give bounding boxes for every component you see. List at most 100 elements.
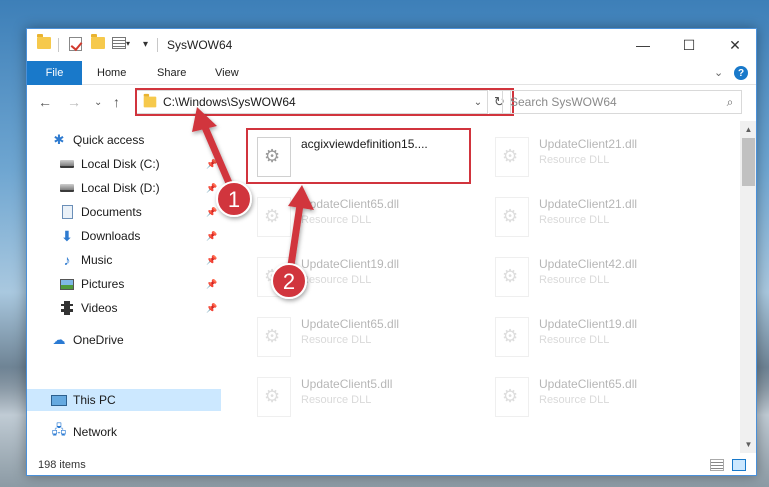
maximize-button[interactable]: ☐ — [666, 29, 712, 61]
vertical-scrollbar[interactable]: ▲ ▼ — [740, 121, 756, 453]
file-item-acgixviewdefinition[interactable]: acgixviewdefinition15.... — [251, 129, 471, 183]
status-bar: 198 items — [27, 453, 756, 475]
file-item[interactable]: UpdateClient65.dll Resource DLL — [489, 369, 709, 423]
forward-button[interactable]: → — [67, 94, 81, 110]
videos-icon — [59, 301, 75, 315]
dll-file-icon — [257, 317, 291, 357]
sidebar-item-downloads[interactable]: ⬇ Downloads 📌 — [27, 225, 221, 247]
scroll-up-icon[interactable]: ▲ — [740, 121, 756, 138]
sidebar-item-label: Music — [81, 253, 113, 267]
pin-icon: 📌 — [206, 302, 218, 313]
title-bar: ▾ ▾ SysWOW64 — ☐ ✕ — [27, 29, 756, 61]
up-button[interactable]: ↑ — [113, 94, 120, 110]
dll-file-icon — [495, 197, 529, 237]
expand-ribbon-icon[interactable]: ⌄ — [714, 66, 723, 79]
sidebar-item-music[interactable]: ♪ Music 📌 — [27, 249, 221, 271]
address-text[interactable]: C:\Windows\SysWOW64 — [163, 95, 469, 109]
dll-file-icon — [495, 377, 529, 417]
scroll-down-icon[interactable]: ▼ — [740, 436, 756, 453]
file-list: acgixviewdefinition15.... UpdateClient21… — [221, 121, 740, 453]
search-input[interactable]: Search SysWOW64 — [510, 95, 719, 109]
item-count: 198 items — [38, 459, 86, 471]
file-type: Resource DLL — [301, 274, 372, 286]
help-icon[interactable]: ? — [734, 66, 748, 80]
file-item[interactable]: UpdateClient42.dll Resource DLL — [489, 249, 709, 303]
sidebar-item-label: Local Disk (D:) — [81, 181, 160, 195]
tab-share[interactable]: Share — [157, 67, 186, 79]
tab-view[interactable]: View — [215, 67, 239, 79]
view-options-icon[interactable]: ▾ — [112, 37, 130, 49]
pin-icon: 📌 — [206, 254, 218, 265]
sidebar-item-label: Quick access — [73, 133, 145, 147]
file-name: UpdateClient21.dll — [539, 137, 638, 151]
sidebar-item-videos[interactable]: Videos 📌 — [27, 297, 221, 319]
file-item[interactable]: UpdateClient65.dll Resource DLL — [251, 309, 471, 363]
computer-icon — [51, 393, 67, 407]
sidebar-item-label: Local Disk (C:) — [81, 157, 160, 171]
file-type: Resource DLL — [301, 214, 372, 226]
file-type: Resource DLL — [539, 214, 610, 226]
new-folder-icon[interactable] — [91, 34, 105, 49]
file-item[interactable]: UpdateClient5.dll Resource DLL — [251, 369, 471, 423]
divider — [58, 38, 59, 52]
sidebar-item-quick-access[interactable]: ✱ Quick access — [27, 129, 221, 151]
address-bar[interactable]: C:\Windows\SysWOW64 ⌄ — [135, 90, 488, 114]
recent-locations-button[interactable]: ⌄ — [94, 97, 102, 108]
file-name: UpdateClient21.dll — [539, 197, 638, 211]
star-icon: ✱ — [53, 132, 65, 147]
download-icon: ⬇ — [61, 227, 73, 244]
minimize-button[interactable]: — — [620, 29, 666, 61]
details-view-icon[interactable] — [710, 459, 724, 471]
sidebar-item-label: Documents — [81, 205, 142, 219]
folder-icon — [143, 93, 157, 108]
dll-file-icon — [257, 137, 291, 177]
dll-file-icon — [257, 257, 291, 297]
back-button[interactable]: ← — [38, 94, 52, 110]
file-item[interactable]: UpdateClient21.dll Resource DLL — [489, 189, 709, 243]
folder-icon — [37, 34, 51, 49]
tab-home[interactable]: Home — [97, 67, 126, 79]
customize-toolbar-icon[interactable]: ▾ — [143, 39, 148, 50]
pin-icon: 📌 — [206, 206, 218, 217]
sidebar-item-network[interactable]: 🖧 Network — [27, 421, 221, 443]
sidebar-item-local-disk-c[interactable]: Local Disk (C:) 📌 — [27, 153, 221, 175]
dll-file-icon — [495, 257, 529, 297]
file-type: Resource DLL — [539, 274, 610, 286]
pin-icon: 📌 — [206, 278, 218, 289]
disk-icon — [59, 157, 75, 171]
sidebar-item-local-disk-d[interactable]: Local Disk (D:) 📌 — [27, 177, 221, 199]
pin-icon: 📌 — [206, 230, 218, 241]
explorer-window: ▾ ▾ SysWOW64 — ☐ ✕ File Home Share View … — [26, 28, 757, 476]
sidebar-item-label: Downloads — [81, 229, 141, 243]
close-button[interactable]: ✕ — [712, 29, 756, 61]
file-type: Resource DLL — [539, 154, 610, 166]
file-type: Resource DLL — [539, 334, 610, 346]
sidebar-item-documents[interactable]: Documents 📌 — [27, 201, 221, 223]
file-item[interactable]: UpdateClient19.dll Resource DLL — [489, 309, 709, 363]
sidebar-item-label: OneDrive — [73, 333, 124, 347]
tab-file[interactable]: File — [27, 61, 82, 85]
search-box[interactable]: Search SysWOW64 ⌕ — [502, 90, 742, 114]
music-icon: ♪ — [63, 252, 71, 268]
sidebar-item-label: Videos — [81, 301, 118, 315]
window-title: SysWOW64 — [167, 38, 233, 52]
dll-file-icon — [257, 197, 291, 237]
scrollbar-thumb[interactable] — [742, 138, 755, 186]
dll-file-icon — [495, 137, 529, 177]
address-dropdown-icon[interactable]: ⌄ — [469, 97, 487, 108]
file-name: UpdateClient65.dll — [301, 197, 400, 211]
cloud-icon: ☁ — [52, 332, 66, 347]
divider — [157, 38, 158, 52]
properties-check-icon[interactable] — [69, 37, 82, 51]
file-item[interactable]: UpdateClient19.dll Resource DLL — [251, 249, 471, 303]
sidebar-item-this-pc[interactable]: This PC — [27, 389, 221, 411]
file-name: UpdateClient65.dll — [539, 377, 638, 391]
file-item[interactable]: UpdateClient21.dll Resource DLL — [489, 129, 709, 183]
sidebar-item-onedrive[interactable]: ☁ OneDrive — [27, 329, 221, 351]
sidebar-item-pictures[interactable]: Pictures 📌 — [27, 273, 221, 295]
file-item[interactable]: UpdateClient65.dll Resource DLL — [251, 189, 471, 243]
file-name: UpdateClient5.dll — [301, 377, 393, 391]
file-type: Resource DLL — [301, 394, 372, 406]
search-icon[interactable]: ⌕ — [719, 95, 741, 110]
large-icons-view-icon[interactable] — [732, 459, 746, 471]
